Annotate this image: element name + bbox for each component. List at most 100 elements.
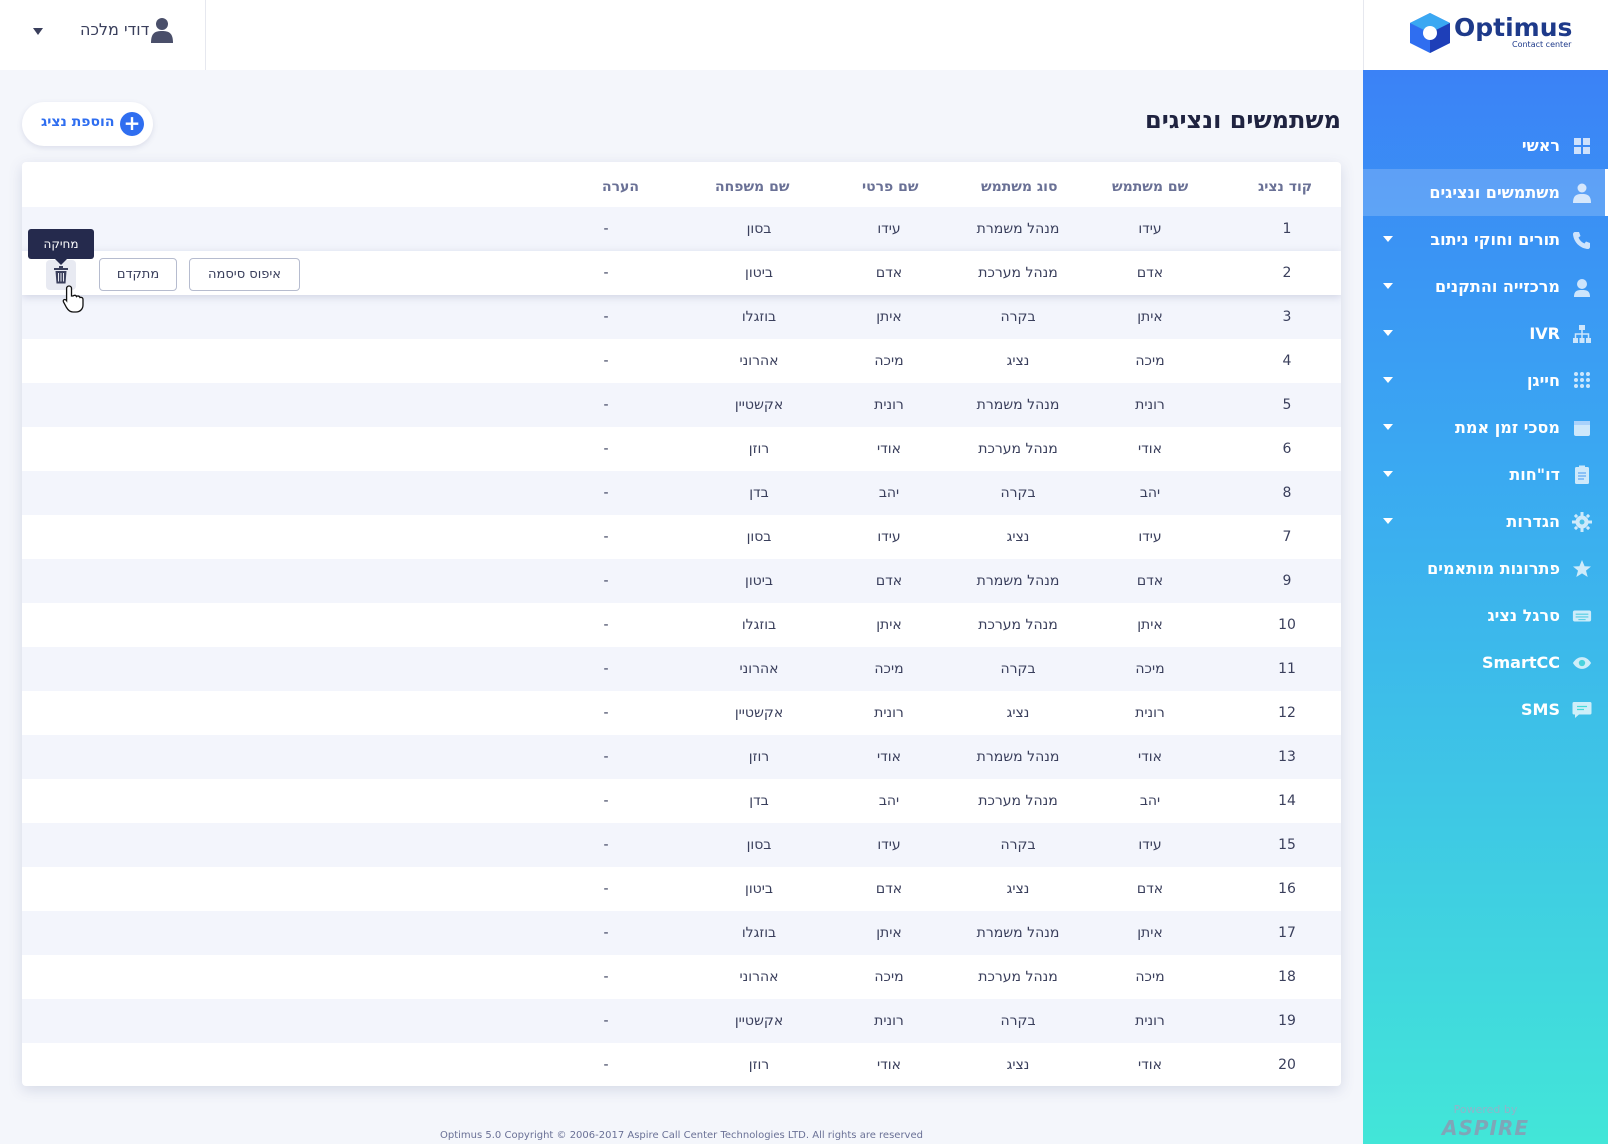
headset-icon <box>1572 277 1592 297</box>
sidebar-item[interactable]: מרכזייה והתקנים <box>1363 263 1608 310</box>
cell-note: - <box>603 529 609 545</box>
sidebar-item[interactable]: תורים וחוקי ניתוב <box>1363 216 1608 263</box>
table-row[interactable]: 3 איתן בקרה איתן בוזגלו - <box>22 295 1341 339</box>
cell-code: 9 <box>1282 573 1292 589</box>
chevron-down-icon[interactable] <box>1383 377 1393 383</box>
cell-last: בוזגלו <box>741 309 777 325</box>
col-header-username[interactable]: שם משתמש <box>1112 179 1188 195</box>
table-row[interactable]: 10 איתן מנהל מערכת איתן בוזגלו - <box>22 603 1341 647</box>
chevron-down-icon[interactable] <box>1383 330 1393 336</box>
cell-note: - <box>603 881 609 897</box>
cell-first: איתן <box>876 309 902 325</box>
brand-subtitle: Contact center <box>1512 40 1572 49</box>
table-row[interactable]: 6 אודי מנהל מערכת אודי רוזן - <box>22 427 1341 471</box>
table-row[interactable]: 14 יהב מנהל מערכת יהב בדן - <box>22 779 1341 823</box>
cell-username: מיכה <box>1135 969 1165 985</box>
hand-cursor-icon <box>62 285 84 313</box>
col-header-code[interactable]: קוד נציג <box>1258 179 1312 195</box>
chevron-down-icon[interactable] <box>1383 236 1393 242</box>
table-row[interactable]: 9 אדם מנהל משמרת אדם ביטון - <box>22 559 1341 603</box>
user-name: דודי מלכה <box>80 20 150 39</box>
table-row[interactable]: 2 אדם מנהל מערכת אדם ביטון - איפוס סיסמה מתקדם <box>22 251 1341 295</box>
table-row[interactable]: 20 אודי נציג אודי רוזן - <box>22 1043 1341 1086</box>
cell-first: מיכה <box>874 661 904 677</box>
cell-first: אודי <box>877 1057 901 1073</box>
phone-icon <box>1572 230 1592 250</box>
cell-type: מנהל משמרת <box>976 397 1060 413</box>
cell-first: רונית <box>874 705 904 721</box>
cell-type: נציג <box>1006 881 1030 897</box>
sidebar-nav: ראשי משתמשים ונציגים תורים וחוקי ניתוב מרכז… <box>1363 122 1608 733</box>
sidebar-item[interactable]: ראשי <box>1363 122 1608 169</box>
cell-first: אדם <box>875 881 903 897</box>
sidebar-item[interactable]: SmartCC <box>1363 639 1608 686</box>
table-row[interactable]: 7 עידו נציג עידו בסון - <box>22 515 1341 559</box>
cell-last: אהרוני <box>739 353 779 369</box>
table-row[interactable]: 4 מיכה נציג מיכה אהרוני - <box>22 339 1341 383</box>
sidebar-item[interactable]: פתרונות מותאמים <box>1363 545 1608 592</box>
table-row[interactable]: 5 רונית מנהל משמרת רונית אקשטיין - <box>22 383 1341 427</box>
cell-code: 13 <box>1278 749 1296 765</box>
chevron-down-icon[interactable] <box>1383 283 1393 289</box>
table-row[interactable]: 11 מיכה בקרה מיכה אהרוני - <box>22 647 1341 691</box>
cell-note: - <box>603 969 609 985</box>
col-header-type[interactable]: סוג משתמש <box>981 179 1058 195</box>
sidebar-item[interactable]: חייגן <box>1363 357 1608 404</box>
cell-last: אקשטיין <box>734 1013 784 1029</box>
cell-code: 20 <box>1278 1057 1296 1073</box>
cell-code: 17 <box>1278 925 1296 941</box>
table-row[interactable]: 15 עידו בקרה עידו בסון - <box>22 823 1341 867</box>
logo[interactable]: Optimus Contact center <box>1363 0 1608 70</box>
chevron-down-icon[interactable] <box>33 28 43 35</box>
sidebar-item[interactable]: משתמשים ונציגים <box>1363 169 1608 216</box>
table-row[interactable]: 16 אדם נציג אדם ביטון - <box>22 867 1341 911</box>
advanced-button[interactable]: מתקדם <box>99 258 177 291</box>
cell-note: - <box>603 793 609 809</box>
sidebar-item-label: ראשי <box>1521 136 1560 155</box>
chevron-down-icon[interactable] <box>1383 471 1393 477</box>
table-row[interactable]: 8 יהב בקרה יהב בדן - <box>22 471 1341 515</box>
col-header-last-name[interactable]: שם משפחה <box>715 179 789 195</box>
cell-username: איתן <box>1137 925 1163 941</box>
add-agent-button[interactable]: הוספת נציג + <box>22 102 153 146</box>
table-row[interactable]: 1 עידו מנהל משמרת עידו בסון - <box>22 207 1341 251</box>
cell-last: ביטון <box>745 881 773 897</box>
cell-type: בקרה <box>1000 837 1036 853</box>
table-row[interactable]: 12 רונית נציג רונית אקשטיין - <box>22 691 1341 735</box>
cell-code: 14 <box>1278 793 1296 809</box>
table-row[interactable]: 17 איתן מנהל משמרת איתן בוזגלו - <box>22 911 1341 955</box>
table-row[interactable]: 19 רונית בקרה רונית אקשטיין - <box>22 999 1341 1043</box>
table-row[interactable]: 13 אודי מנהל משמרת אודי רוזן - <box>22 735 1341 779</box>
sidebar-item[interactable]: סרגל נציג <box>1363 592 1608 639</box>
cell-code: 19 <box>1278 1013 1296 1029</box>
gear-icon <box>1572 511 1592 532</box>
sidebar-item[interactable]: IVR <box>1363 310 1608 357</box>
col-header-note[interactable]: הערה <box>602 179 639 195</box>
eye-icon <box>1572 653 1592 673</box>
user-avatar-icon <box>151 18 173 43</box>
col-header-first-name[interactable]: שם פרטי <box>862 179 919 195</box>
sidebar-item[interactable]: מסכי זמן אמת <box>1363 404 1608 451</box>
cell-code: 8 <box>1282 485 1292 501</box>
footer-copyright: Optimus 5.0 Copyright © 2006-2017 Aspire… <box>440 1130 923 1141</box>
table-header: קוד נציג שם משתמש סוג משתמש שם פרטי שם מ… <box>22 162 1341 212</box>
cell-username: אדם <box>1136 265 1164 281</box>
cell-type: נציג <box>1006 1057 1030 1073</box>
cell-last: ביטון <box>745 573 773 589</box>
sidebar-item[interactable]: הגדרות <box>1363 498 1608 545</box>
chevron-down-icon[interactable] <box>1383 424 1393 430</box>
cell-first: אודי <box>877 749 901 765</box>
cell-note: - <box>603 573 609 589</box>
reset-password-button[interactable]: איפוס סיסמה <box>189 258 300 291</box>
sidebar-item[interactable]: SMS <box>1363 686 1608 733</box>
sidebar-item[interactable]: דו"חות <box>1363 451 1608 498</box>
chevron-down-icon[interactable] <box>1383 518 1393 524</box>
cell-first: מיכה <box>874 353 904 369</box>
cell-username: יהב <box>1139 793 1161 809</box>
user-menu[interactable]: דודי מלכה <box>0 0 206 70</box>
table-row[interactable]: 18 מיכה מנהל מערכת מיכה אהרוני - <box>22 955 1341 999</box>
cell-note: - <box>603 397 609 413</box>
page-title: משתמשים ונציגים <box>1144 106 1341 134</box>
sidebar-item-label: סרגל נציג <box>1487 606 1560 625</box>
chat-icon <box>1572 700 1592 720</box>
